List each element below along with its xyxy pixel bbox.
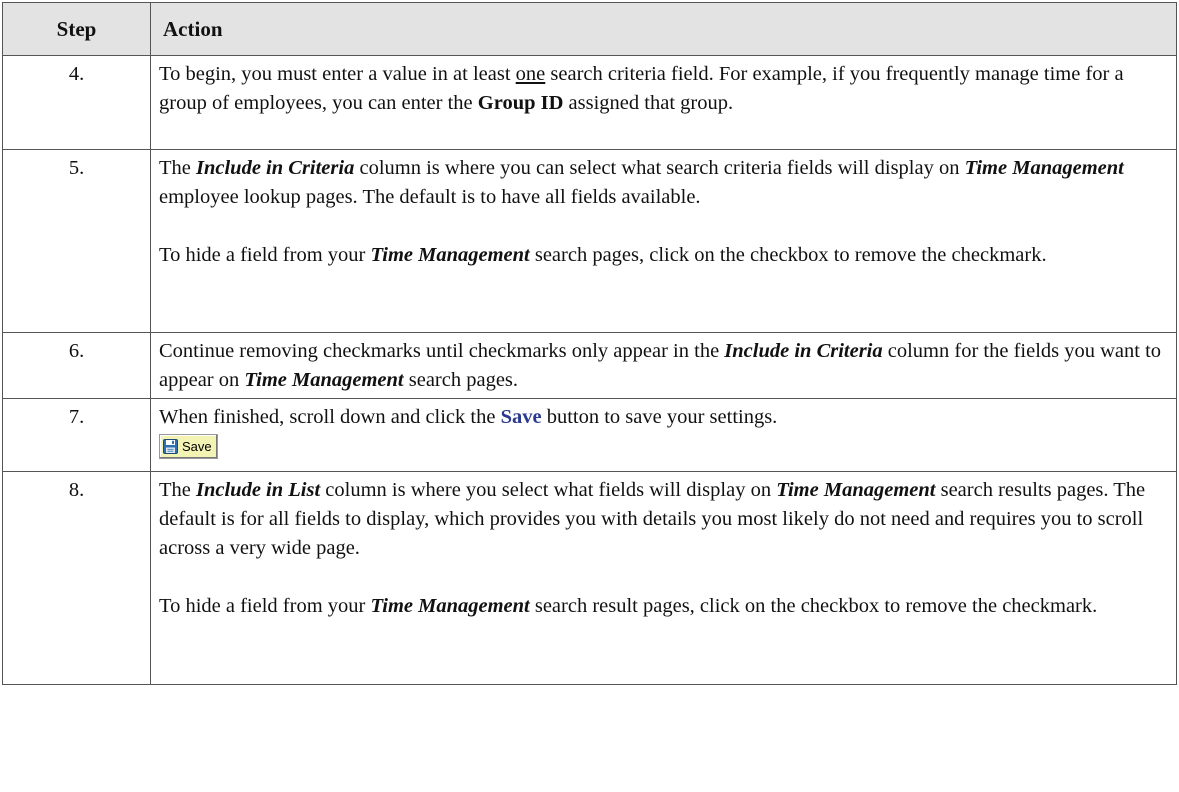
text-run: search result pages, click on the checkb… bbox=[529, 595, 1098, 617]
action-text: The Include in List column is where you … bbox=[159, 476, 1168, 563]
bold-term: Group ID bbox=[477, 92, 564, 114]
step-number: 8. bbox=[2, 471, 151, 685]
bold-italic-term: Time Management bbox=[244, 369, 404, 391]
step-number: 4. bbox=[2, 55, 151, 150]
step-number: 7. bbox=[2, 398, 151, 472]
instruction-table: Step Action 4. To begin, you must enter … bbox=[2, 2, 1177, 685]
text-run: assigned that group. bbox=[563, 92, 734, 114]
text-run: Continue removing checkmarks until check… bbox=[159, 340, 725, 362]
step-column-header: Step bbox=[2, 2, 151, 56]
text-run: The bbox=[159, 479, 196, 501]
table-row: 4. To begin, you must enter a value in a… bbox=[2, 55, 1177, 150]
text-run: To hide a field from your bbox=[159, 595, 371, 617]
bold-italic-term: Include in List bbox=[196, 479, 321, 501]
underlined-text: one bbox=[515, 63, 546, 85]
floppy-disk-icon bbox=[163, 439, 178, 454]
action-column-header: Action bbox=[150, 2, 1177, 56]
save-keyword: Save bbox=[500, 406, 542, 428]
table-row: 6. Continue removing checkmarks until ch… bbox=[2, 332, 1177, 399]
text-run: employee lookup pages. The default is to… bbox=[159, 186, 701, 208]
action-cell: The Include in List column is where you … bbox=[150, 471, 1177, 685]
action-cell: When finished, scroll down and click the… bbox=[150, 398, 1177, 472]
bold-italic-term: Time Management bbox=[776, 479, 936, 501]
action-text: To begin, you must enter a value in at l… bbox=[159, 60, 1168, 118]
text-run: To begin, you must enter a value in at l… bbox=[159, 63, 516, 85]
bold-italic-term: Time Management bbox=[370, 595, 530, 617]
bold-italic-term: Time Management bbox=[964, 157, 1124, 179]
action-text: The Include in Criteria column is where … bbox=[159, 154, 1168, 212]
action-cell: Continue removing checkmarks until check… bbox=[150, 332, 1177, 399]
text-run: column is where you can select what sear… bbox=[354, 157, 965, 179]
text-run: To hide a field from your bbox=[159, 244, 371, 266]
action-text: When finished, scroll down and click the… bbox=[159, 403, 1168, 432]
step-number: 5. bbox=[2, 149, 151, 333]
bold-italic-term: Time Management bbox=[370, 244, 530, 266]
save-button[interactable]: Save bbox=[159, 434, 218, 459]
header-row: Step Action bbox=[2, 2, 1177, 56]
table-row: 8. The Include in List column is where y… bbox=[2, 471, 1177, 685]
step-number: 6. bbox=[2, 332, 151, 399]
text-run: button to save your settings. bbox=[541, 406, 778, 428]
action-text: Continue removing checkmarks until check… bbox=[159, 337, 1168, 395]
text-run: search pages. bbox=[403, 369, 519, 391]
bold-italic-term: Include in Criteria bbox=[724, 340, 883, 362]
save-button-label: Save bbox=[182, 439, 212, 454]
action-text: To hide a field from your Time Managemen… bbox=[159, 592, 1168, 621]
table-row: 7. When finished, scroll down and click … bbox=[2, 398, 1177, 472]
text-run: column is where you select what fields w… bbox=[320, 479, 777, 501]
table-row: 5. The Include in Criteria column is whe… bbox=[2, 149, 1177, 333]
action-cell: The Include in Criteria column is where … bbox=[150, 149, 1177, 333]
text-run: The bbox=[159, 157, 196, 179]
bold-italic-term: Include in Criteria bbox=[196, 157, 355, 179]
text-run: search pages, click on the checkbox to r… bbox=[529, 244, 1047, 266]
action-text: To hide a field from your Time Managemen… bbox=[159, 241, 1168, 270]
text-run: When finished, scroll down and click the bbox=[159, 406, 501, 428]
action-cell: To begin, you must enter a value in at l… bbox=[150, 55, 1177, 150]
